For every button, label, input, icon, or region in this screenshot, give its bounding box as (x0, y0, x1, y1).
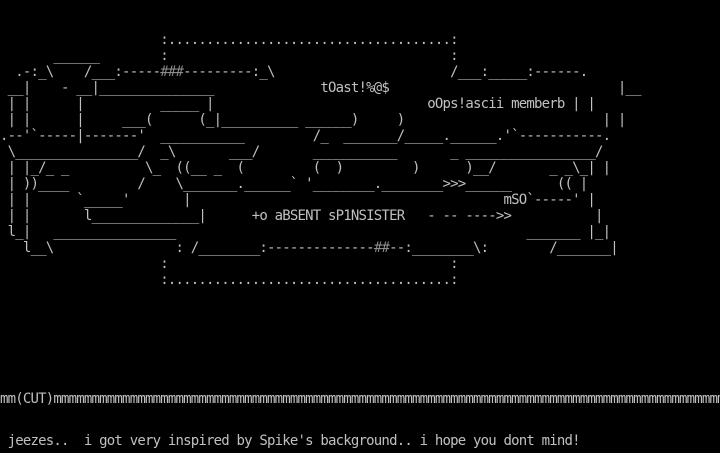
ascii-line-11-signature: | | `_____' | mSO`-----' | (0, 192, 596, 208)
ascii-line-12-credit: | | l______________| +o aBSENT sP1NSISTE… (0, 208, 604, 224)
ascii-line-09: | |_/_ _ \_ ((__ _ ( ( ) ) )__/ _ _\_| | (0, 160, 611, 176)
ascii-line-13: l_| ________________ _______ |_| (0, 224, 611, 240)
footer-message: jeezes.. i got very inspired by Spike's … (0, 433, 581, 449)
ascii-art-screen: :.....................................: … (0, 0, 720, 453)
ascii-line-14: l__\ : /________:-------------- (0, 240, 375, 256)
ascii-line-14-rest: --:________\: /_______| (389, 240, 619, 256)
shade-block-top: ### (160, 64, 184, 80)
ascii-line-07: .--'`-----|-------' ___________ /_ _____… (0, 128, 611, 144)
ascii-line-04-title: __| - __|_______________ tOast!%@$ |__ (0, 80, 642, 96)
ascii-line-03-rest: ---------:_\ /___:_____:------. (183, 64, 588, 80)
ascii-line-16: :.....................................: (0, 272, 458, 288)
ascii-line-05-members: | | | _____ | oOps!ascii memberb | | (0, 96, 596, 112)
ascii-logo: :.....................................: … (0, 32, 642, 288)
ascii-line-10: | ))____ / \_______.______` '________.__… (0, 176, 589, 192)
ascii-line-06: | | | ___( (_|__________ ______) ) | | (0, 112, 627, 128)
shade-block-bottom: ## (373, 240, 390, 256)
ascii-line-02: ______ : : (0, 48, 458, 64)
cut-divider: mm(CUT)mmmmmmmmmmmmmmmmmmmmmmmmmmmmmmmmm… (0, 391, 720, 407)
ascii-line-01: :.....................................: (0, 32, 458, 48)
ascii-line-03: .-:_\ /___:----- (0, 64, 161, 80)
ascii-line-08: \________________/ _\ ___/ ___________ _… (0, 144, 604, 160)
ascii-line-15: : : (0, 256, 458, 272)
